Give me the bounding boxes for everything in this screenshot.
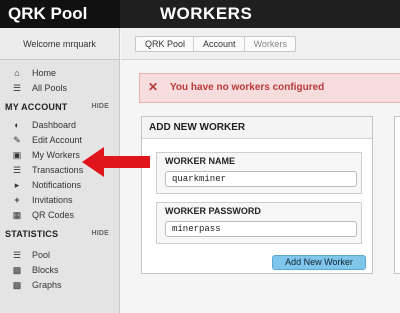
home-icon: ⌂ — [14, 68, 20, 78]
sidebar-item-label: Edit Account — [32, 135, 83, 145]
section-my-account: MY ACCOUNT HIDE — [0, 98, 119, 116]
top-bar: QRK Pool WORKERS — [0, 0, 400, 28]
sidebar-item-label: Pool — [32, 250, 51, 260]
sidebar-item-invitations[interactable]: + Invitations — [0, 193, 119, 208]
sidebar-item-label: QR Codes — [32, 210, 75, 220]
sidebar-item-label: My Workers — [32, 150, 80, 160]
error-alert: ✕ You have no workers configured — [139, 73, 400, 103]
desktop-icon: ▣ — [12, 150, 22, 160]
brand-logo[interactable]: QRK Pool — [0, 0, 120, 28]
sidebar-item-blocks[interactable]: ▩ Blocks — [0, 263, 119, 278]
sidebar-item-notifications[interactable]: ▸ Notifications — [0, 178, 119, 193]
section-statistics: STATISTICS HIDE — [0, 225, 119, 243]
welcome-text: Welcome mrquark — [0, 28, 119, 60]
sidebar-item-graphs[interactable]: ▩ Graphs — [0, 278, 119, 293]
panel-title: ADD NEW WORKER — [142, 117, 372, 139]
worker-name-label: WORKER NAME — [165, 156, 235, 166]
grid-icon: ▩ — [12, 265, 22, 275]
list-icon: ☰ — [12, 165, 22, 175]
chart-icon: ▩ — [12, 280, 22, 290]
sidebar-item-label: Invitations — [32, 195, 73, 205]
close-icon: ✕ — [148, 80, 159, 94]
breadcrumb-account[interactable]: Account — [194, 37, 245, 51]
sidebar-item-qr-codes[interactable]: ▦ QR Codes — [0, 208, 119, 223]
breadcrumb: QRK Pool Account Workers — [135, 36, 296, 52]
add-new-worker-button[interactable]: Add New Worker — [272, 255, 366, 270]
worker-password-group: WORKER PASSWORD — [156, 202, 362, 244]
worker-name-input[interactable] — [165, 171, 357, 187]
list-icon: ☰ — [12, 83, 22, 93]
sidebar-item-label: Notifications — [32, 180, 82, 190]
sidebar-item-label: Home — [32, 68, 57, 78]
main-content: QRK Pool Account Workers ✕ You have no w… — [121, 28, 400, 313]
breadcrumb-qrk-pool[interactable]: QRK Pool — [136, 37, 195, 51]
sidebar-item-pool[interactable]: ☰ Pool — [0, 248, 119, 263]
edit-icon: ✎ — [13, 135, 21, 145]
page-title: WORKERS — [160, 4, 253, 23]
worker-name-group: WORKER NAME — [156, 152, 362, 194]
breadcrumb-workers: Workers — [253, 39, 287, 49]
worker-password-label: WORKER PASSWORD — [165, 206, 261, 216]
sidebar-item-label: Dashboard — [32, 120, 77, 130]
hide-toggle[interactable]: HIDE — [91, 98, 109, 116]
list-icon: ☰ — [12, 250, 22, 260]
megaphone-icon: ▸ — [14, 180, 20, 190]
secondary-panel-edge — [394, 116, 400, 274]
section-title: MY ACCOUNT — [5, 102, 68, 112]
sidebar-item-label: Blocks — [32, 265, 59, 275]
dashboard-icon: ◐ — [14, 120, 20, 130]
plus-icon: + — [14, 195, 20, 205]
worker-password-input[interactable] — [165, 221, 357, 237]
section-title: STATISTICS — [5, 229, 59, 239]
annotation-arrow — [82, 147, 150, 177]
breadcrumb-bar: QRK Pool Account Workers — [121, 28, 400, 60]
hide-toggle[interactable]: HIDE — [91, 225, 109, 243]
arrow-shape — [82, 147, 150, 177]
sidebar-item-label: All Pools — [32, 83, 68, 93]
sidebar-item-all-pools[interactable]: ☰ All Pools — [0, 81, 119, 96]
sidebar-item-dashboard[interactable]: ◐ Dashboard — [0, 118, 119, 133]
qr-icon: ▦ — [12, 210, 22, 220]
sidebar-item-label: Graphs — [32, 280, 62, 290]
alert-message: You have no workers configured — [170, 82, 325, 93]
add-worker-panel: ADD NEW WORKER WORKER NAME WORKER PASSWO… — [141, 116, 373, 274]
sidebar-item-home[interactable]: ⌂ Home — [0, 66, 119, 81]
sidebar-item-label: Transactions — [32, 165, 84, 175]
